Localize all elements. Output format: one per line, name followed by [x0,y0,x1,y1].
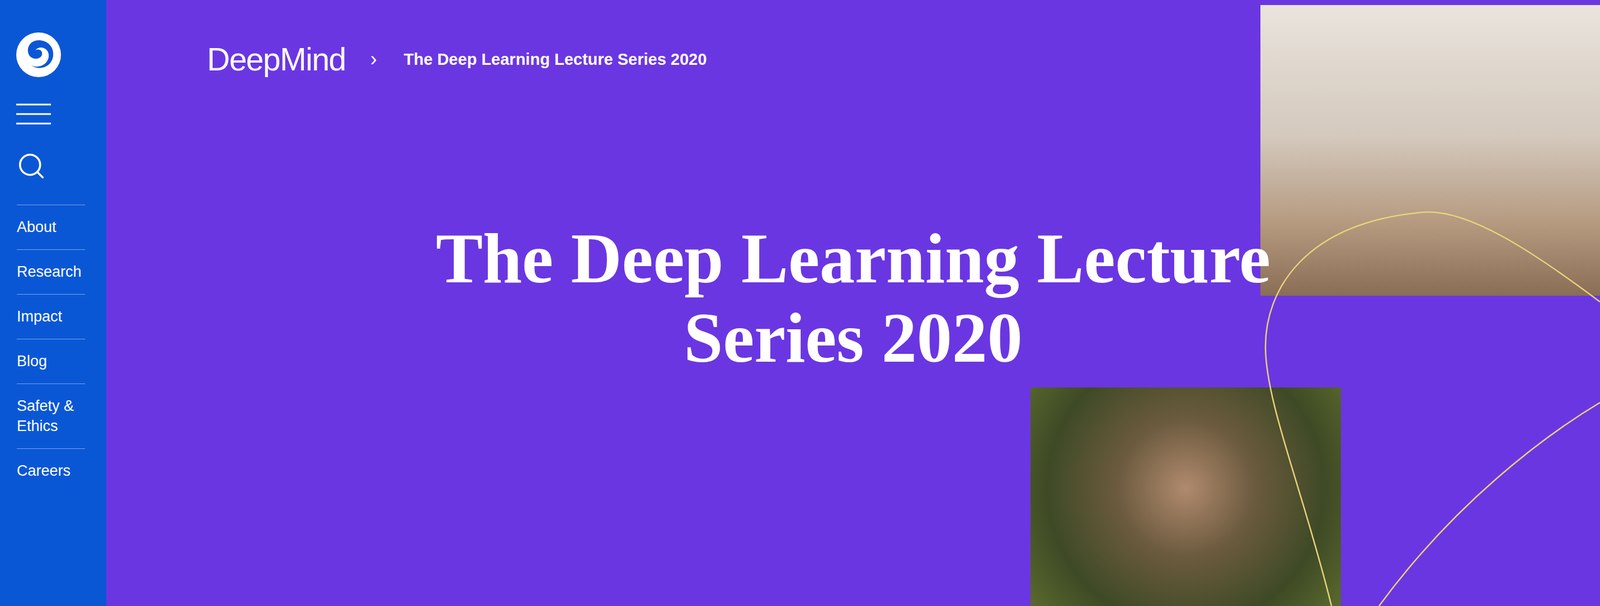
sidebar-nav: AboutResearchImpactBlogSafety & EthicsCa… [16,204,86,494]
sidebar-item[interactable]: Research [16,249,86,295]
menu-button[interactable] [16,102,51,126]
breadcrumb-separator: › [370,39,378,80]
deepmind-logo-icon[interactable] [16,32,61,78]
logo-button[interactable] [16,32,61,78]
breadcrumb: DeepMind › The Deep Learning Lecture Serie… [106,0,1600,80]
sidebar-icons [0,32,107,182]
sidebar-item[interactable]: Safety & Ethics [16,383,86,449]
menu-icon [16,102,51,126]
search-button[interactable] [16,151,47,182]
speaker-photo [1030,387,1341,606]
page: AboutResearchImpactBlogSafety & EthicsCa… [0,0,1600,606]
sidebar-item[interactable]: Blog [16,339,86,384]
speaker-photo [1260,5,1600,296]
hero-title: The Deep Learning Lecture Series 2020 [377,219,1329,379]
brand-link[interactable]: DeepMind [206,39,346,80]
search-icon [16,151,47,182]
sidebar: AboutResearchImpactBlogSafety & EthicsCa… [0,0,107,606]
breadcrumb-current: The Deep Learning Lecture Series 2020 [403,39,708,80]
sidebar-item[interactable]: Careers [16,448,86,494]
sidebar-item[interactable]: About [16,204,86,250]
sidebar-item[interactable]: Impact [16,294,86,340]
